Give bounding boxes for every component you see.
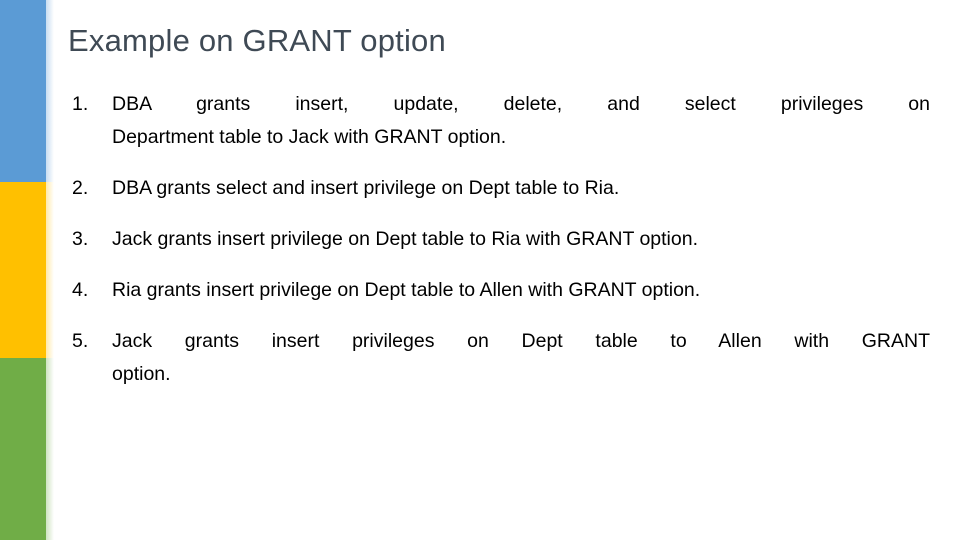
green-bar-shadow <box>46 358 54 540</box>
blue-bar-shadow <box>46 0 54 182</box>
yellow-bar <box>0 182 46 358</box>
decorative-sidebar <box>0 0 54 540</box>
list-item: 4. Ria grants insert privilege on Dept t… <box>68 274 930 307</box>
page-title: Example on GRANT option <box>68 23 446 58</box>
blue-bar <box>0 0 46 182</box>
list-item-line: DBA grants insert, update, delete, and s… <box>112 93 930 115</box>
list-item-marker: 2. <box>72 177 89 199</box>
list-item: 2. DBA grants select and insert privileg… <box>68 172 930 205</box>
list-item: 3. Jack grants insert privilege on Dept … <box>68 223 930 256</box>
green-bar <box>0 358 46 540</box>
list-item-marker: 5. <box>72 330 89 352</box>
list-item-line: Ria grants insert privilege on Dept tabl… <box>112 279 701 301</box>
yellow-bar-shadow <box>46 182 54 358</box>
list-item-marker: 1. <box>72 93 89 115</box>
list-item: 1. DBA grants insert, update, delete, an… <box>68 88 930 154</box>
list-item-line: Jack grants insert privilege on Dept tab… <box>112 228 698 250</box>
list-item: 5. Jack grants insert privileges on Dept… <box>68 325 930 391</box>
list-item-line: option. <box>112 363 171 385</box>
list-item-line: Jack grants insert privileges on Dept ta… <box>112 330 930 352</box>
list-item-marker: 3. <box>72 228 89 250</box>
ordered-list: 1. DBA grants insert, update, delete, an… <box>68 88 930 391</box>
list-item-line: Department table to Jack with GRANT opti… <box>112 126 507 148</box>
slide-content: Example on GRANT option 1. DBA grants in… <box>68 0 936 540</box>
slide: Example on GRANT option 1. DBA grants in… <box>0 0 960 540</box>
list-item-line: DBA grants select and insert privilege o… <box>112 177 620 199</box>
list-item-marker: 4. <box>72 279 89 301</box>
